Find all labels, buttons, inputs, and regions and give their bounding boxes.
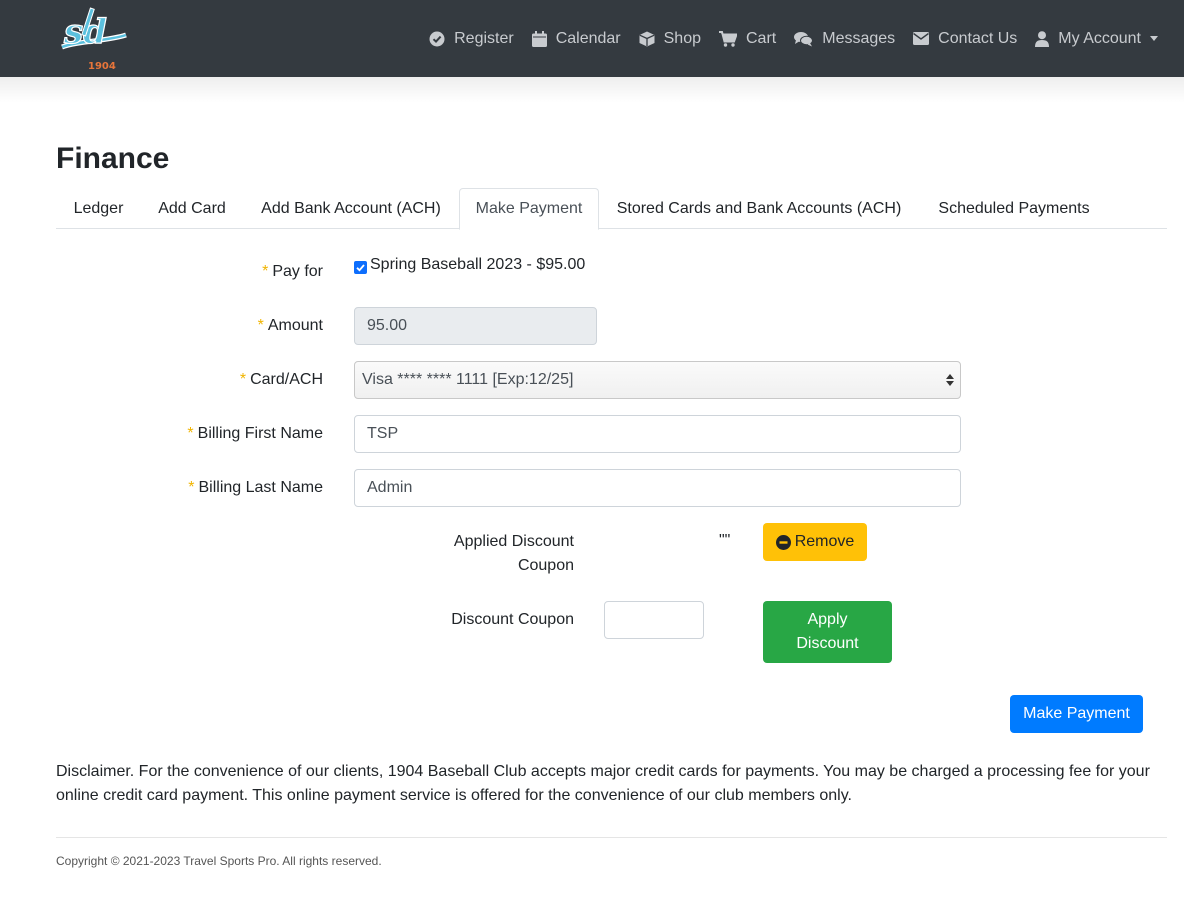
amount-label-text: Amount [267, 317, 323, 334]
applied-discount-label-line1: Applied Discount [453, 533, 574, 550]
remove-discount-label: Remove [794, 533, 855, 550]
apply-discount-label-line2: Discount [796, 635, 859, 652]
pay-for-label: * Pay for [262, 263, 323, 281]
calendar-icon [531, 30, 547, 47]
card-ach-label: * Card/ACH [240, 371, 323, 389]
pay-for-option[interactable]: Spring Baseball 2023 - $95.00 [370, 256, 585, 274]
applied-discount-value: "" [719, 532, 731, 549]
discount-coupon-input[interactable] [604, 601, 704, 639]
card-ach-selected-value: Visa **** **** 1111 [Exp:12/25] [362, 371, 574, 388]
navbar-shadow [0, 77, 1184, 103]
nav-my-account[interactable]: My Account [1035, 30, 1158, 48]
applied-discount-label-line2: Coupon [517, 557, 574, 574]
main-nav: Register Calendar Shop Cart Messages Con… [411, 0, 1158, 77]
card-ach-select[interactable]: Visa **** **** 1111 [Exp:12/25] [354, 361, 961, 399]
nav-register-label: Register [454, 29, 514, 47]
checkmark-icon [356, 264, 365, 272]
cart-icon [719, 30, 737, 47]
page-title: Finance [56, 142, 170, 175]
amount-label: * Amount [258, 317, 323, 335]
nav-cart[interactable]: Cart [719, 30, 776, 48]
required-marker: * [188, 479, 195, 496]
billing-last-name-label: * Billing Last Name [188, 479, 323, 497]
select-arrows-icon [946, 374, 954, 386]
pay-for-label-text: Pay for [272, 263, 323, 280]
tab-add-bank-account[interactable]: Add Bank Account (ACH) [243, 188, 459, 229]
tab-add-card[interactable]: Add Card [141, 188, 243, 229]
nav-calendar-label: Calendar [555, 29, 621, 47]
applied-discount-label: Applied Discount Coupon [454, 530, 574, 578]
billing-last-name-input[interactable]: Admin [354, 469, 961, 507]
comments-icon [794, 31, 814, 46]
pay-for-checkbox[interactable] [354, 261, 367, 274]
tab-scheduled-payments[interactable]: Scheduled Payments [919, 188, 1109, 229]
card-ach-label-text: Card/ACH [250, 371, 323, 388]
make-payment-button[interactable]: Make Payment [1010, 695, 1143, 733]
tab-make-payment[interactable]: Make Payment [459, 188, 599, 230]
billing-first-name-input[interactable]: TSP [354, 415, 961, 453]
remove-discount-button[interactable]: Remove [763, 523, 867, 561]
nav-contact-label: Contact Us [938, 29, 1018, 47]
billing-last-name-label-text: Billing Last Name [198, 479, 324, 496]
required-marker: * [187, 425, 194, 442]
nav-calendar[interactable]: Calendar [531, 29, 621, 48]
nav-my-account-label: My Account [1058, 29, 1141, 47]
cube-icon [639, 31, 655, 46]
minus-circle-icon [775, 534, 791, 550]
apply-discount-label-line1: Apply [807, 611, 848, 628]
envelope-icon [913, 32, 930, 45]
nav-cart-label: Cart [746, 29, 777, 47]
footer-divider [56, 837, 1167, 838]
apply-discount-button[interactable]: Apply Discount [763, 601, 892, 663]
disclaimer-text: Disclaimer. For the convenience of our c… [56, 763, 1150, 804]
user-icon [1035, 30, 1050, 47]
required-marker: * [239, 371, 247, 388]
nav-messages-label: Messages [822, 29, 896, 47]
required-marker: * [262, 263, 269, 280]
chevron-down-icon [1150, 36, 1158, 41]
club-logo[interactable]: sd 1904 [58, 5, 130, 72]
check-circle-icon [429, 31, 445, 46]
nav-messages[interactable]: Messages [794, 30, 895, 48]
billing-first-name-label-text: Billing First Name [197, 425, 323, 442]
billing-first-name-label: * Billing First Name [187, 425, 323, 443]
discount-coupon-label: Discount Coupon [451, 611, 574, 628]
copyright-text: Copyright © 2021-2023 Travel Sports Pro.… [56, 854, 382, 868]
nav-register[interactable]: Register [429, 30, 514, 48]
required-marker: * [257, 317, 264, 334]
amount-input[interactable]: 95.00 [354, 307, 597, 345]
nav-shop[interactable]: Shop [639, 30, 701, 48]
nav-shop-label: Shop [663, 29, 701, 47]
top-navbar: sd 1904 Register Calendar Shop Cart Mess… [0, 0, 1184, 77]
tab-stored-cards[interactable]: Stored Cards and Bank Accounts (ACH) [599, 188, 919, 229]
finance-tabs: Ledger Add Card Add Bank Account (ACH) M… [56, 188, 1167, 230]
nav-contact[interactable]: Contact Us [913, 30, 1017, 48]
logo-year: 1904 [88, 61, 116, 71]
tab-ledger[interactable]: Ledger [56, 188, 141, 229]
